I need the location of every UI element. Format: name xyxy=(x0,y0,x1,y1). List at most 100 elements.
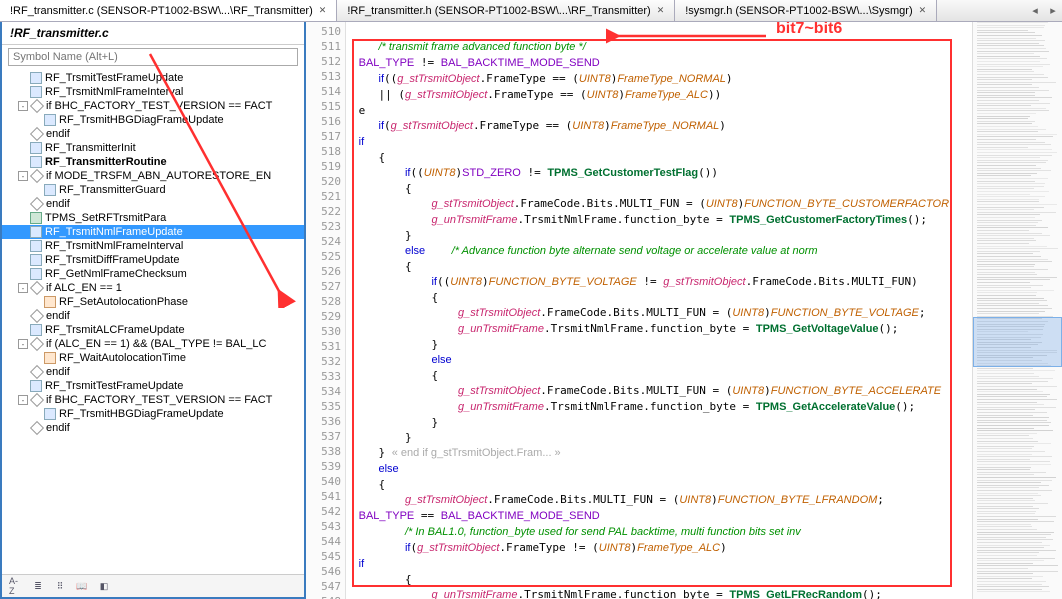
tree-item-label: RF_GetNmlFrameChecksum xyxy=(45,268,187,280)
toolbar-btn-1[interactable]: ≣ xyxy=(30,578,46,594)
tree-item[interactable]: RF_TrsmitNmlFrameInterval xyxy=(2,85,304,99)
h-icon xyxy=(44,296,56,308)
tree-item-label: RF_TrsmitHBGDiagFrameUpdate xyxy=(59,114,224,126)
tab-nav-prev[interactable]: ◂ xyxy=(1026,0,1044,21)
tab-0[interactable]: !RF_transmitter.c (SENSOR-PT1002-BSW\...… xyxy=(0,0,337,21)
tree-item-label: endif xyxy=(46,310,70,322)
tree-item[interactable]: RF_TrsmitHBGDiagFrameUpdate xyxy=(2,113,304,127)
tree-item[interactable]: endif xyxy=(2,197,304,211)
c-icon xyxy=(30,324,42,336)
tree-item[interactable]: RF_TrsmitTestFrameUpdate xyxy=(2,379,304,393)
tree-item-label: endif xyxy=(46,422,70,434)
toolbar-btn-4[interactable]: ◧ xyxy=(96,578,112,594)
close-icon[interactable]: ✕ xyxy=(657,5,665,16)
diamond-icon xyxy=(30,365,44,379)
tree-item[interactable]: RF_TrsmitDiffFrameUpdate xyxy=(2,253,304,267)
tree-item-label: if (ALC_EN == 1) && (BAL_TYPE != BAL_LC xyxy=(46,338,266,350)
tree-item[interactable]: RF_TrsmitNmlFrameUpdate xyxy=(2,225,304,239)
tab-nav-next[interactable]: ▸ xyxy=(1044,0,1062,21)
tree-item[interactable]: -if (ALC_EN == 1) && (BAL_TYPE != BAL_LC xyxy=(2,337,304,351)
sidebar-toolbar: A-Z ≣ ⠿ 📖 ◧ xyxy=(2,574,304,597)
tree-item-label: RF_TransmitterGuard xyxy=(59,184,166,196)
tree-item-label: endif xyxy=(46,128,70,140)
code-editor[interactable]: 510 511 512 513 514 515 516 517 518 519 … xyxy=(306,22,1062,599)
tree-item-label: RF_TransmitterInit xyxy=(45,142,136,154)
toolbar-btn-3[interactable]: 📖 xyxy=(74,578,90,594)
c-icon xyxy=(30,254,42,266)
tree-item-label: RF_TrsmitNmlFrameInterval xyxy=(45,86,183,98)
diamond-icon xyxy=(30,197,44,211)
toolbar-btn-0[interactable]: A-Z xyxy=(8,578,24,594)
symbols-sidebar: !RF_transmitter.c RF_TrsmitTestFrameUpda… xyxy=(0,22,306,599)
diamond-icon xyxy=(30,99,44,113)
tree-item-label: RF_WaitAutolocationTime xyxy=(59,352,186,364)
symbol-tree[interactable]: RF_TrsmitTestFrameUpdate RF_TrsmitNmlFram… xyxy=(2,69,304,574)
tree-item-label: RF_TrsmitTestFrameUpdate xyxy=(45,72,183,84)
diamond-icon xyxy=(30,281,44,295)
tree-item[interactable]: RF_TransmitterRoutine xyxy=(2,155,304,169)
tree-item[interactable]: RF_WaitAutolocationTime xyxy=(2,351,304,365)
tree-item-label: RF_TrsmitDiffFrameUpdate xyxy=(45,254,179,266)
tree-item[interactable]: endif xyxy=(2,127,304,141)
close-icon[interactable]: ✕ xyxy=(319,5,327,16)
tree-item-label: RF_TransmitterRoutine xyxy=(45,156,167,168)
tree-item[interactable]: RF_TrsmitHBGDiagFrameUpdate xyxy=(2,407,304,421)
minimap[interactable] xyxy=(972,22,1062,599)
tree-item[interactable]: RF_TrsmitALCFrameUpdate xyxy=(2,323,304,337)
tab-label: !sysmgr.h (SENSOR-PT1002-BSW\...\Sysmgr) xyxy=(685,5,912,17)
tree-item-label: RF_TrsmitNmlFrameUpdate xyxy=(45,226,183,238)
tree-item-label: RF_TrsmitHBGDiagFrameUpdate xyxy=(59,408,224,420)
tree-item-label: RF_TrsmitTestFrameUpdate xyxy=(45,380,183,392)
tab-bar: !RF_transmitter.c (SENSOR-PT1002-BSW\...… xyxy=(0,0,1062,22)
tree-item[interactable]: RF_GetNmlFrameChecksum xyxy=(2,267,304,281)
tree-item[interactable]: endif xyxy=(2,309,304,323)
tree-item[interactable]: RF_TrsmitTestFrameUpdate xyxy=(2,71,304,85)
tree-item-label: if BHC_FACTORY_TEST_VERSION == FACT xyxy=(46,100,272,112)
sidebar-title: !RF_transmitter.c xyxy=(2,22,304,45)
tree-item-label: TPMS_SetRFTrsmitPara xyxy=(45,212,166,224)
c-icon xyxy=(44,184,56,196)
tree-item[interactable]: TPMS_SetRFTrsmitPara xyxy=(2,211,304,225)
tree-item[interactable]: endif xyxy=(2,421,304,435)
tree-item-label: RF_TrsmitALCFrameUpdate xyxy=(45,324,185,336)
diamond-icon xyxy=(30,393,44,407)
tree-item-label: if ALC_EN == 1 xyxy=(46,282,122,294)
c-icon xyxy=(30,226,42,238)
toolbar-btn-2[interactable]: ⠿ xyxy=(52,578,68,594)
tree-item[interactable]: -if BHC_FACTORY_TEST_VERSION == FACT xyxy=(2,393,304,407)
tree-item[interactable]: -if MODE_TRSFM_ABN_AUTORESTORE_EN xyxy=(2,169,304,183)
c-icon xyxy=(44,114,56,126)
h-icon xyxy=(44,352,56,364)
c-icon xyxy=(30,72,42,84)
tree-item[interactable]: -if ALC_EN == 1 xyxy=(2,281,304,295)
diamond-icon xyxy=(30,337,44,351)
line-gutter: 510 511 512 513 514 515 516 517 518 519 … xyxy=(306,22,346,599)
tree-item-label: if MODE_TRSFM_ABN_AUTORESTORE_EN xyxy=(46,170,271,182)
diamond-icon xyxy=(30,127,44,141)
symbol-search-input[interactable] xyxy=(8,48,298,66)
tree-item-label: RF_SetAutolocationPhase xyxy=(59,296,188,308)
diamond-icon xyxy=(30,421,44,435)
tree-item[interactable]: -if BHC_FACTORY_TEST_VERSION == FACT xyxy=(2,99,304,113)
tab-2[interactable]: !sysmgr.h (SENSOR-PT1002-BSW\...\Sysmgr)… xyxy=(675,0,937,21)
tree-item[interactable]: RF_TransmitterGuard xyxy=(2,183,304,197)
c-icon xyxy=(30,240,42,252)
close-icon[interactable]: ✕ xyxy=(919,5,927,16)
tree-item-label: endif xyxy=(46,366,70,378)
tab-1[interactable]: !RF_transmitter.h (SENSOR-PT1002-BSW\...… xyxy=(337,0,675,21)
tree-item[interactable]: RF_SetAutolocationPhase xyxy=(2,295,304,309)
c-icon xyxy=(44,408,56,420)
c-icon xyxy=(30,86,42,98)
c-icon xyxy=(30,380,42,392)
tree-item-label: if BHC_FACTORY_TEST_VERSION == FACT xyxy=(46,394,272,406)
code-content[interactable]: /* transmit frame advanced function byte… xyxy=(346,22,972,599)
tree-item[interactable]: RF_TrsmitNmlFrameInterval xyxy=(2,239,304,253)
tree-item-label: endif xyxy=(46,198,70,210)
tree-item[interactable]: RF_TransmitterInit xyxy=(2,141,304,155)
tree-item[interactable]: endif xyxy=(2,365,304,379)
c-icon xyxy=(30,268,42,280)
g-icon xyxy=(30,212,42,224)
diamond-icon xyxy=(30,169,44,183)
c-icon xyxy=(30,156,42,168)
tab-label: !RF_transmitter.h (SENSOR-PT1002-BSW\...… xyxy=(347,5,650,17)
